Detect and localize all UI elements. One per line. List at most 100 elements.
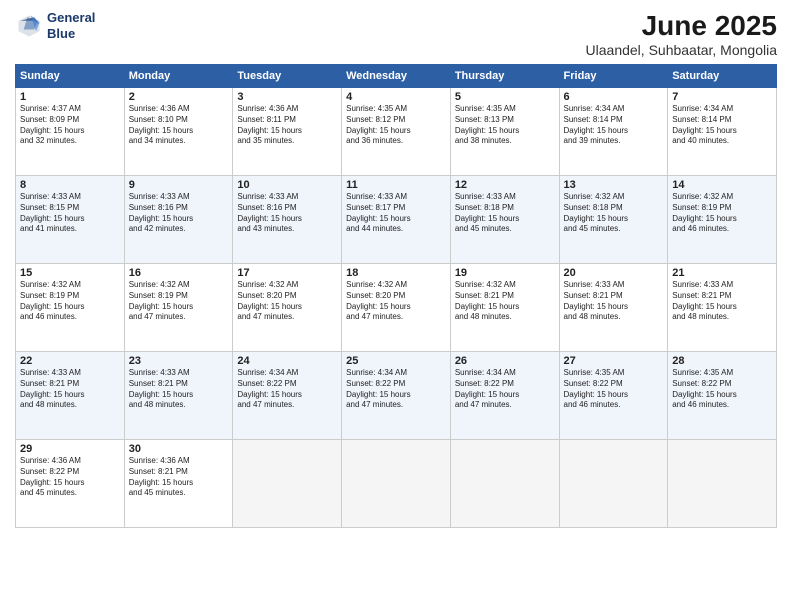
calendar-page: General Blue June 2025 Ulaandel, Suhbaat… <box>0 0 792 612</box>
day-number: 3 <box>237 91 337 103</box>
day-info: Sunrise: 4:32 AM Sunset: 8:20 PM Dayligh… <box>237 280 337 323</box>
calendar-cell: 30Sunrise: 4:36 AM Sunset: 8:21 PM Dayli… <box>124 440 233 528</box>
day-info: Sunrise: 4:34 AM Sunset: 8:22 PM Dayligh… <box>237 368 337 411</box>
col-header-wednesday: Wednesday <box>342 65 451 88</box>
day-info: Sunrise: 4:37 AM Sunset: 8:09 PM Dayligh… <box>20 104 120 147</box>
day-number: 25 <box>346 355 446 367</box>
calendar-cell: 18Sunrise: 4:32 AM Sunset: 8:20 PM Dayli… <box>342 264 451 352</box>
day-info: Sunrise: 4:36 AM Sunset: 8:22 PM Dayligh… <box>20 456 120 499</box>
calendar-cell: 29Sunrise: 4:36 AM Sunset: 8:22 PM Dayli… <box>16 440 125 528</box>
day-number: 14 <box>672 179 772 191</box>
day-info: Sunrise: 4:33 AM Sunset: 8:15 PM Dayligh… <box>20 192 120 235</box>
week-row-1: 1Sunrise: 4:37 AM Sunset: 8:09 PM Daylig… <box>16 88 777 176</box>
day-info: Sunrise: 4:33 AM Sunset: 8:21 PM Dayligh… <box>20 368 120 411</box>
day-number: 21 <box>672 267 772 279</box>
day-info: Sunrise: 4:33 AM Sunset: 8:16 PM Dayligh… <box>129 192 229 235</box>
day-info: Sunrise: 4:34 AM Sunset: 8:14 PM Dayligh… <box>564 104 664 147</box>
day-number: 8 <box>20 179 120 191</box>
day-number: 1 <box>20 91 120 103</box>
calendar-cell: 26Sunrise: 4:34 AM Sunset: 8:22 PM Dayli… <box>450 352 559 440</box>
calendar-subtitle: Ulaandel, Suhbaatar, Mongolia <box>586 42 777 58</box>
calendar-title: June 2025 <box>586 10 777 42</box>
day-info: Sunrise: 4:32 AM Sunset: 8:18 PM Dayligh… <box>564 192 664 235</box>
day-info: Sunrise: 4:35 AM Sunset: 8:22 PM Dayligh… <box>672 368 772 411</box>
week-row-5: 29Sunrise: 4:36 AM Sunset: 8:22 PM Dayli… <box>16 440 777 528</box>
day-number: 9 <box>129 179 229 191</box>
day-info: Sunrise: 4:32 AM Sunset: 8:19 PM Dayligh… <box>20 280 120 323</box>
day-number: 28 <box>672 355 772 367</box>
day-info: Sunrise: 4:32 AM Sunset: 8:20 PM Dayligh… <box>346 280 446 323</box>
week-row-2: 8Sunrise: 4:33 AM Sunset: 8:15 PM Daylig… <box>16 176 777 264</box>
col-header-saturday: Saturday <box>668 65 777 88</box>
week-row-4: 22Sunrise: 4:33 AM Sunset: 8:21 PM Dayli… <box>16 352 777 440</box>
day-info: Sunrise: 4:36 AM Sunset: 8:21 PM Dayligh… <box>129 456 229 499</box>
day-info: Sunrise: 4:32 AM Sunset: 8:21 PM Dayligh… <box>455 280 555 323</box>
calendar-cell: 6Sunrise: 4:34 AM Sunset: 8:14 PM Daylig… <box>559 88 668 176</box>
calendar-cell <box>233 440 342 528</box>
calendar-cell: 12Sunrise: 4:33 AM Sunset: 8:18 PM Dayli… <box>450 176 559 264</box>
calendar-cell: 2Sunrise: 4:36 AM Sunset: 8:10 PM Daylig… <box>124 88 233 176</box>
day-number: 11 <box>346 179 446 191</box>
day-number: 27 <box>564 355 664 367</box>
day-info: Sunrise: 4:33 AM Sunset: 8:18 PM Dayligh… <box>455 192 555 235</box>
day-info: Sunrise: 4:32 AM Sunset: 8:19 PM Dayligh… <box>129 280 229 323</box>
day-info: Sunrise: 4:35 AM Sunset: 8:13 PM Dayligh… <box>455 104 555 147</box>
day-number: 23 <box>129 355 229 367</box>
day-info: Sunrise: 4:33 AM Sunset: 8:21 PM Dayligh… <box>672 280 772 323</box>
header: General Blue June 2025 Ulaandel, Suhbaat… <box>15 10 777 58</box>
calendar-cell: 11Sunrise: 4:33 AM Sunset: 8:17 PM Dayli… <box>342 176 451 264</box>
calendar-cell: 14Sunrise: 4:32 AM Sunset: 8:19 PM Dayli… <box>668 176 777 264</box>
day-number: 4 <box>346 91 446 103</box>
col-header-sunday: Sunday <box>16 65 125 88</box>
day-number: 22 <box>20 355 120 367</box>
calendar-table: SundayMondayTuesdayWednesdayThursdayFrid… <box>15 64 777 528</box>
day-number: 12 <box>455 179 555 191</box>
day-number: 5 <box>455 91 555 103</box>
day-number: 15 <box>20 267 120 279</box>
week-row-3: 15Sunrise: 4:32 AM Sunset: 8:19 PM Dayli… <box>16 264 777 352</box>
col-header-monday: Monday <box>124 65 233 88</box>
calendar-cell <box>342 440 451 528</box>
calendar-cell: 5Sunrise: 4:35 AM Sunset: 8:13 PM Daylig… <box>450 88 559 176</box>
calendar-cell: 28Sunrise: 4:35 AM Sunset: 8:22 PM Dayli… <box>668 352 777 440</box>
day-number: 30 <box>129 443 229 455</box>
title-block: June 2025 Ulaandel, Suhbaatar, Mongolia <box>586 10 777 58</box>
day-number: 7 <box>672 91 772 103</box>
day-info: Sunrise: 4:34 AM Sunset: 8:22 PM Dayligh… <box>346 368 446 411</box>
calendar-cell: 27Sunrise: 4:35 AM Sunset: 8:22 PM Dayli… <box>559 352 668 440</box>
day-info: Sunrise: 4:33 AM Sunset: 8:17 PM Dayligh… <box>346 192 446 235</box>
calendar-cell: 4Sunrise: 4:35 AM Sunset: 8:12 PM Daylig… <box>342 88 451 176</box>
day-number: 6 <box>564 91 664 103</box>
day-number: 20 <box>564 267 664 279</box>
day-number: 18 <box>346 267 446 279</box>
calendar-cell: 7Sunrise: 4:34 AM Sunset: 8:14 PM Daylig… <box>668 88 777 176</box>
calendar-cell: 24Sunrise: 4:34 AM Sunset: 8:22 PM Dayli… <box>233 352 342 440</box>
day-info: Sunrise: 4:36 AM Sunset: 8:11 PM Dayligh… <box>237 104 337 147</box>
header-row: SundayMondayTuesdayWednesdayThursdayFrid… <box>16 65 777 88</box>
calendar-cell: 10Sunrise: 4:33 AM Sunset: 8:16 PM Dayli… <box>233 176 342 264</box>
calendar-cell: 20Sunrise: 4:33 AM Sunset: 8:21 PM Dayli… <box>559 264 668 352</box>
calendar-cell: 25Sunrise: 4:34 AM Sunset: 8:22 PM Dayli… <box>342 352 451 440</box>
calendar-cell: 16Sunrise: 4:32 AM Sunset: 8:19 PM Dayli… <box>124 264 233 352</box>
calendar-cell: 22Sunrise: 4:33 AM Sunset: 8:21 PM Dayli… <box>16 352 125 440</box>
calendar-cell <box>559 440 668 528</box>
calendar-cell <box>668 440 777 528</box>
day-number: 17 <box>237 267 337 279</box>
col-header-friday: Friday <box>559 65 668 88</box>
calendar-cell: 23Sunrise: 4:33 AM Sunset: 8:21 PM Dayli… <box>124 352 233 440</box>
calendar-cell: 17Sunrise: 4:32 AM Sunset: 8:20 PM Dayli… <box>233 264 342 352</box>
day-number: 24 <box>237 355 337 367</box>
day-number: 13 <box>564 179 664 191</box>
day-info: Sunrise: 4:34 AM Sunset: 8:14 PM Dayligh… <box>672 104 772 147</box>
logo-text: General Blue <box>47 10 95 41</box>
day-number: 10 <box>237 179 337 191</box>
day-info: Sunrise: 4:35 AM Sunset: 8:22 PM Dayligh… <box>564 368 664 411</box>
calendar-cell <box>450 440 559 528</box>
day-number: 19 <box>455 267 555 279</box>
calendar-cell: 8Sunrise: 4:33 AM Sunset: 8:15 PM Daylig… <box>16 176 125 264</box>
day-info: Sunrise: 4:33 AM Sunset: 8:21 PM Dayligh… <box>129 368 229 411</box>
col-header-thursday: Thursday <box>450 65 559 88</box>
calendar-cell: 1Sunrise: 4:37 AM Sunset: 8:09 PM Daylig… <box>16 88 125 176</box>
logo-icon <box>15 12 43 40</box>
day-number: 16 <box>129 267 229 279</box>
